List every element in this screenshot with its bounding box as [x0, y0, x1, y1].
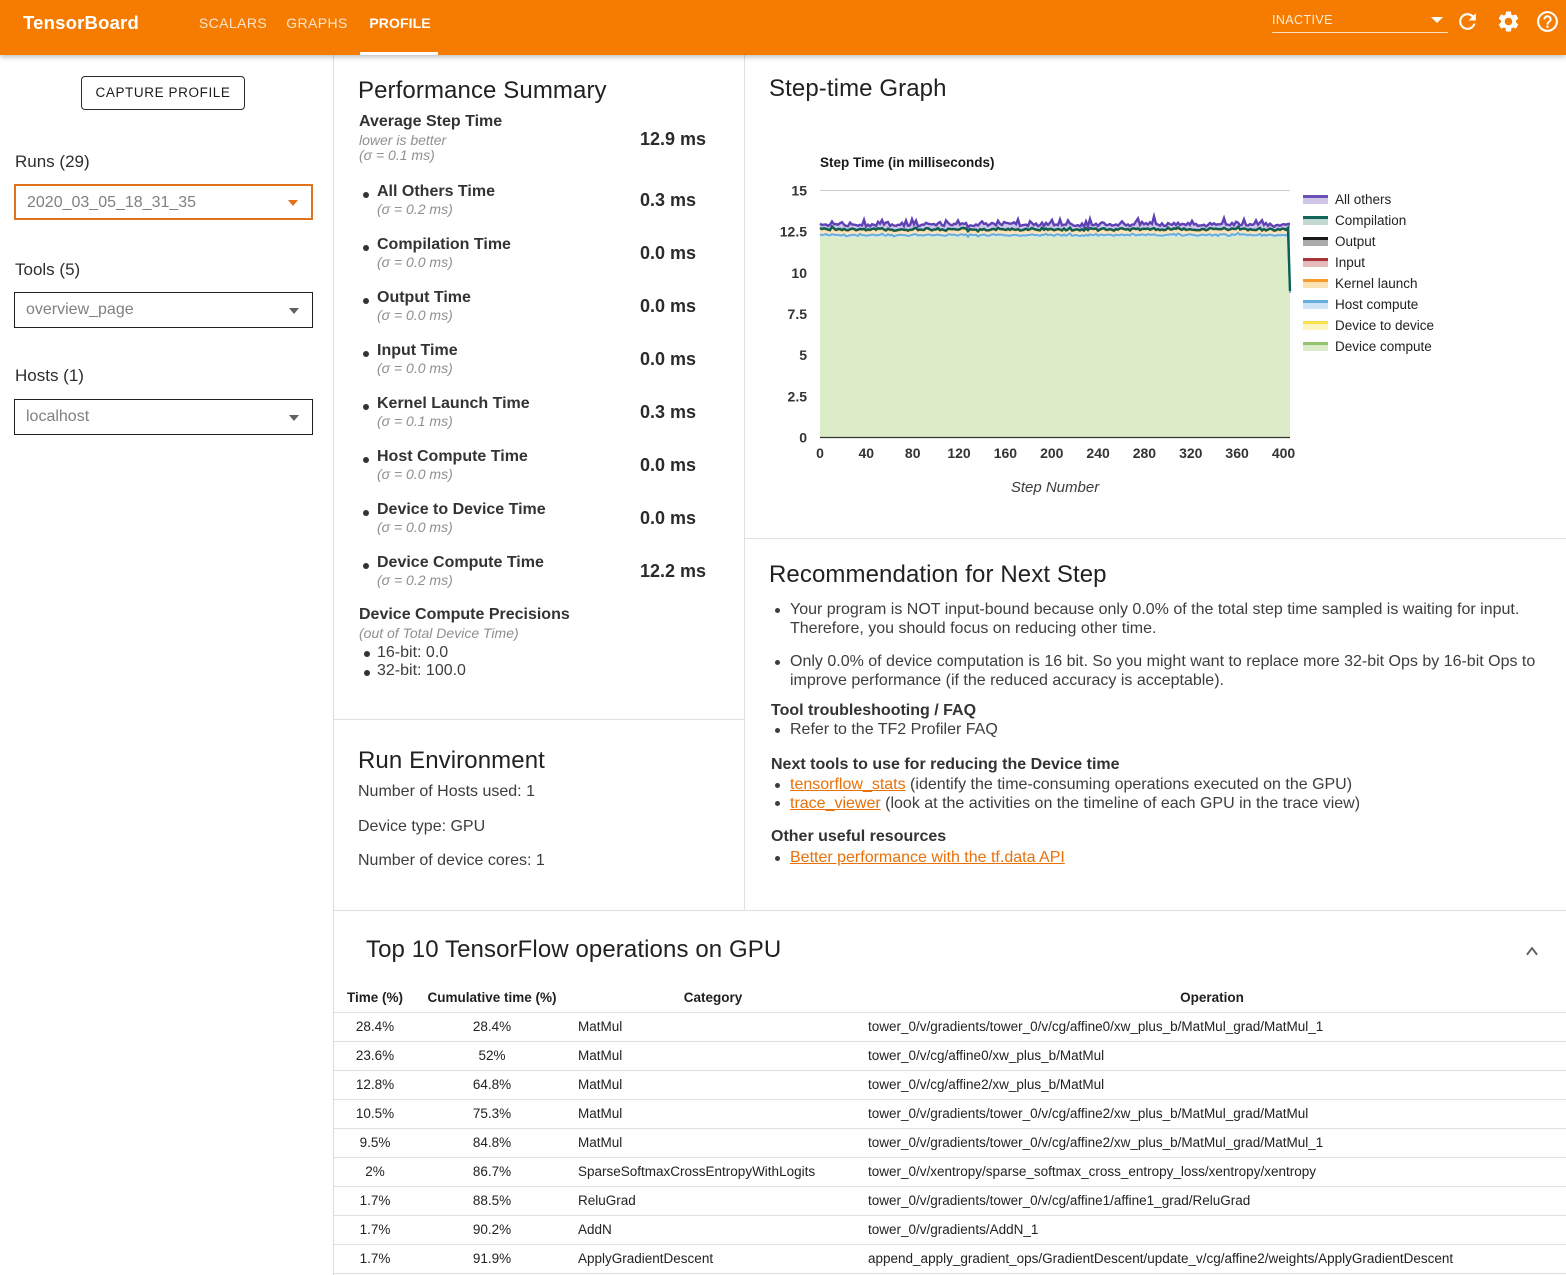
svg-text:Device to device: Device to device [1335, 318, 1434, 333]
svg-text:12.5: 12.5 [780, 224, 807, 240]
svg-text:0: 0 [799, 430, 807, 446]
svg-text:Step Number: Step Number [1011, 479, 1100, 496]
svg-text:360: 360 [1225, 445, 1249, 461]
svg-text:120: 120 [947, 445, 971, 461]
svg-text:320: 320 [1179, 445, 1203, 461]
svg-text:Step Time (in milliseconds): Step Time (in milliseconds) [820, 155, 995, 170]
svg-text:280: 280 [1133, 445, 1157, 461]
svg-text:15: 15 [791, 183, 807, 199]
svg-text:Kernel launch: Kernel launch [1335, 276, 1418, 291]
svg-text:160: 160 [994, 445, 1018, 461]
svg-text:Compilation: Compilation [1335, 213, 1406, 228]
svg-text:Output: Output [1335, 234, 1376, 249]
svg-text:All others: All others [1335, 192, 1392, 207]
svg-text:80: 80 [905, 445, 921, 461]
svg-text:40: 40 [859, 445, 875, 461]
svg-text:10: 10 [791, 265, 807, 281]
svg-text:200: 200 [1040, 445, 1064, 461]
svg-text:Device compute: Device compute [1335, 339, 1432, 354]
svg-text:5: 5 [799, 347, 807, 363]
svg-text:2.5: 2.5 [788, 388, 808, 404]
svg-text:0: 0 [816, 445, 824, 461]
svg-text:400: 400 [1272, 445, 1296, 461]
svg-text:240: 240 [1086, 445, 1110, 461]
svg-text:Host compute: Host compute [1335, 297, 1418, 312]
svg-text:Input: Input [1335, 255, 1365, 270]
svg-text:7.5: 7.5 [788, 306, 808, 322]
